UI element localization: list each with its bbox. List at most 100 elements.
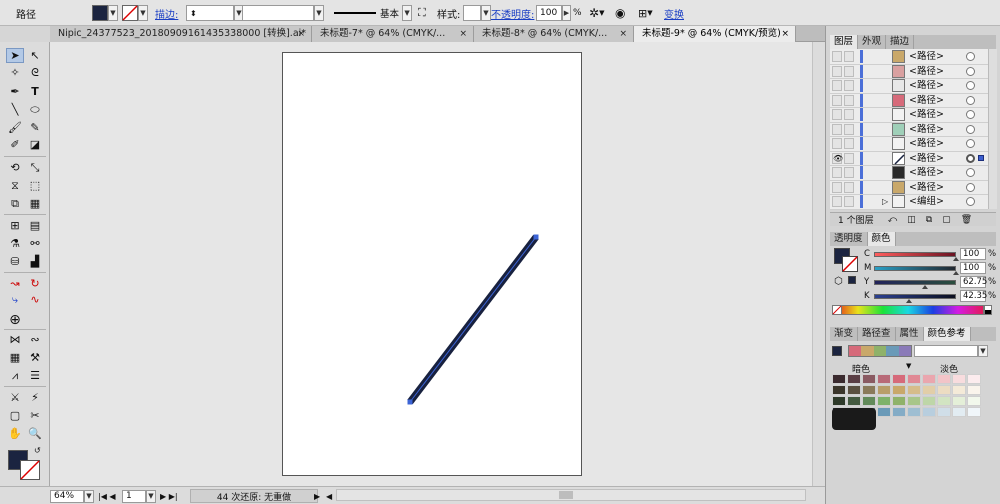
harmony-swatch[interactable]	[849, 346, 862, 356]
chevron-right-icon[interactable]: ▶	[562, 5, 571, 21]
slider-thumb[interactable]	[905, 299, 912, 303]
chevron-down-icon[interactable]: ▼	[481, 5, 491, 21]
magic-wand-tool-icon[interactable]: ✧	[6, 65, 24, 80]
color-slider-m[interactable]: M 100%	[830, 262, 996, 275]
visibility-toggle[interactable]	[832, 65, 842, 77]
knife-tool-icon[interactable]: ⚡	[26, 390, 44, 405]
free-transform-tool-icon[interactable]: ⬚	[26, 178, 44, 193]
tab-layers[interactable]: 图层	[830, 35, 859, 49]
color-slider-y[interactable]: Y 62.75%	[830, 276, 996, 289]
line-tool-icon[interactable]: ╲	[6, 102, 24, 117]
close-icon[interactable]: ×	[781, 26, 789, 42]
close-icon[interactable]: ×	[459, 26, 467, 42]
canvas-drawing[interactable]	[283, 53, 583, 477]
guide-swatch[interactable]	[907, 385, 921, 395]
stroke-weight-input[interactable]: ⬍	[186, 5, 234, 21]
harmony-rules-dropdown[interactable]	[914, 345, 978, 357]
graphic-style-swatch[interactable]	[463, 5, 481, 21]
spectrum-black-white[interactable]	[984, 305, 992, 315]
color-slider-c[interactable]: C 100%	[830, 248, 996, 261]
target-circle-icon[interactable]	[966, 110, 975, 119]
layer-row[interactable]: <路径>	[830, 165, 988, 181]
blob-brush-tool-icon[interactable]: ✐	[6, 137, 24, 152]
guide-swatch[interactable]	[952, 374, 966, 384]
tab-gradient[interactable]: 渐变	[830, 327, 859, 341]
variable-width-field[interactable]: ▼	[242, 4, 324, 22]
blend-tool-icon[interactable]: ⚯	[26, 236, 44, 251]
artboard-page-control[interactable]: 1 ▼	[122, 489, 156, 503]
guide-swatch[interactable]	[907, 407, 921, 417]
transform-link[interactable]: 变换	[664, 4, 684, 22]
layer-row[interactable]: <路径>	[830, 122, 988, 137]
shape-builder-tool-icon[interactable]: ⧉	[6, 196, 24, 211]
scroll-left-icon[interactable]: ◀	[326, 489, 332, 503]
layer-row[interactable]: <路径>	[830, 136, 988, 152]
locate-object-icon[interactable]: ⤺	[888, 215, 898, 225]
target-circle-icon[interactable]	[966, 66, 975, 76]
stroke-link[interactable]: 描边:	[155, 4, 178, 22]
variable-width-input[interactable]	[242, 5, 314, 21]
lock-toggle[interactable]	[844, 181, 854, 193]
layer-row[interactable]: <路径>	[830, 49, 988, 65]
guide-swatch[interactable]	[877, 374, 891, 384]
artboard-page-input[interactable]: 1	[122, 489, 146, 503]
tab-pathfinder[interactable]: 路径查	[858, 327, 896, 341]
graphic-style-control[interactable]: ▼	[463, 4, 491, 22]
chevron-down-icon[interactable]: ▼	[108, 5, 118, 21]
target-circle-icon[interactable]	[966, 124, 975, 134]
visibility-toggle[interactable]	[832, 196, 842, 207]
align-options-icon[interactable]: ⊞ ▼	[638, 4, 653, 22]
brush-profile-field[interactable]: 基本 ▼	[332, 4, 413, 22]
swap-fill-stroke-icon[interactable]: ↺	[34, 446, 41, 455]
zoom-tool-icon[interactable]: 🔍	[26, 426, 44, 441]
status-menu-arrow-icon[interactable]: ▶	[314, 489, 320, 503]
visibility-toggle[interactable]	[832, 109, 842, 120]
selection-indicator[interactable]	[978, 154, 984, 161]
column-graph-tool-icon[interactable]: ▟	[26, 254, 44, 269]
visibility-toggle[interactable]	[832, 123, 842, 135]
chevron-down-icon[interactable]: ▼	[146, 489, 156, 503]
lasso-tool-icon[interactable]: ᘓ	[26, 65, 44, 80]
slider-track[interactable]	[874, 280, 956, 285]
stepper-icon[interactable]: ⬍	[190, 9, 197, 18]
scale-tool-icon[interactable]: ⤡	[26, 160, 44, 175]
gradient-tool-icon[interactable]: ▤	[26, 218, 44, 233]
chevron-down-icon[interactable]: ▼	[84, 489, 94, 503]
trash-icon[interactable]: 🗑	[961, 215, 972, 225]
slider-value-input[interactable]: 100	[960, 248, 986, 260]
lock-toggle[interactable]	[844, 167, 854, 178]
slice-tool-icon[interactable]: ⚔	[6, 390, 24, 405]
layer-row[interactable]: <路径>	[830, 78, 988, 94]
harmony-swatch[interactable]	[861, 346, 874, 356]
fill-color-control[interactable]: ▼	[92, 4, 118, 22]
anchor-point-start[interactable]	[407, 399, 413, 405]
base-color-swatch[interactable]	[832, 346, 842, 356]
guide-swatch[interactable]	[952, 385, 966, 395]
custom-tool-10-icon[interactable]: ☰	[26, 368, 44, 383]
guide-swatch[interactable]	[892, 374, 906, 384]
perspective-grid-tool-icon[interactable]: ▦	[26, 196, 44, 211]
lock-toggle[interactable]	[844, 123, 854, 135]
tab-document-4[interactable]: 未标题-9* @ 64% (CMYK/预览) ×	[634, 26, 796, 42]
lock-toggle[interactable]	[844, 196, 854, 207]
chevron-down-icon[interactable]: ▼	[978, 345, 988, 357]
guide-swatch[interactable]	[922, 374, 936, 384]
guide-swatch[interactable]	[862, 396, 876, 406]
eyedropper-tool-icon[interactable]: ⚗	[6, 236, 24, 251]
slider-thumb[interactable]	[922, 285, 929, 289]
chevron-down-icon[interactable]: ▼	[138, 5, 148, 21]
tab-attributes[interactable]: 属性	[896, 327, 924, 341]
harmony-colors[interactable]	[848, 345, 912, 357]
custom-tool-9-icon[interactable]: ⩘	[6, 368, 24, 383]
tab-color[interactable]: 颜色	[867, 232, 896, 246]
layers-scrollbar[interactable]	[988, 49, 997, 209]
stroke-none-swatch[interactable]	[122, 5, 138, 21]
guide-swatch[interactable]	[922, 407, 936, 417]
guide-swatch[interactable]	[847, 396, 861, 406]
close-icon[interactable]: ×	[619, 26, 627, 42]
hand-tool-icon[interactable]: ✋	[6, 426, 24, 441]
custom-tool-1-icon[interactable]: ↝	[6, 276, 24, 291]
guide-swatch[interactable]	[937, 374, 951, 384]
lock-toggle[interactable]	[844, 109, 854, 120]
guide-swatch[interactable]	[877, 385, 891, 395]
